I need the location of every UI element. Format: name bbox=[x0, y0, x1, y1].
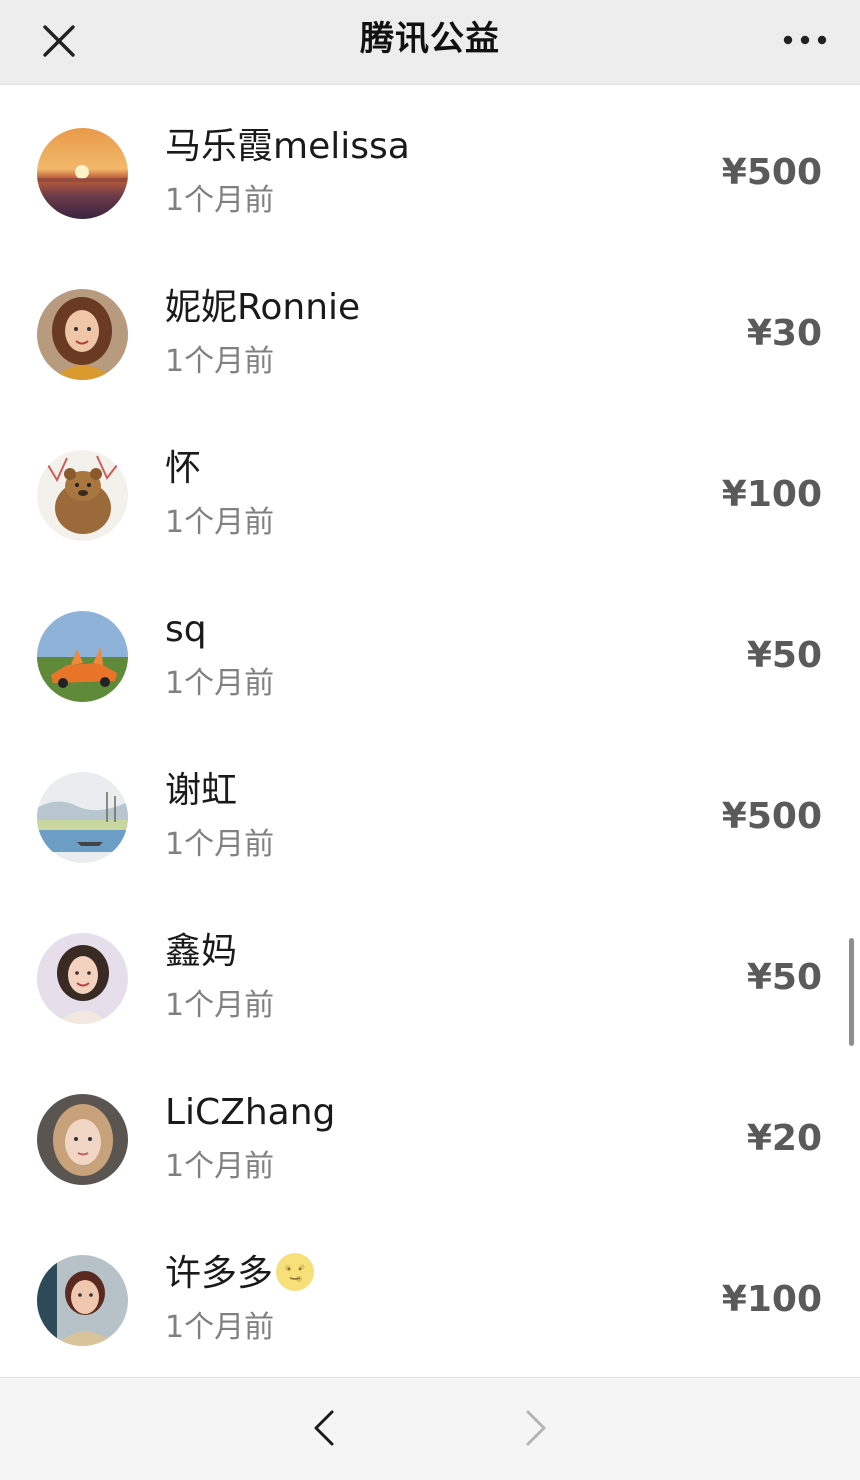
chevron-left-icon bbox=[314, 1410, 334, 1446]
donor-name: 妮妮Ronnie bbox=[165, 287, 361, 328]
donation-time: 1个月前 bbox=[165, 827, 275, 862]
donor-name: sq bbox=[165, 609, 207, 650]
donor-name: 谢虹 bbox=[165, 770, 238, 811]
donation-amount: ¥500 bbox=[721, 796, 822, 837]
donation-row[interactable]: 鑫妈 1个月前 ¥50 bbox=[0, 890, 860, 1051]
donation-amount: ¥100 bbox=[721, 1279, 822, 1320]
donation-row[interactable]: 马乐霞melissa 1个月前 ¥500 bbox=[0, 85, 860, 246]
donation-time: 1个月前 bbox=[165, 988, 275, 1023]
forward-button[interactable] bbox=[516, 1406, 556, 1450]
donation-time: 1个月前 bbox=[165, 666, 275, 701]
page-title: 腾讯公益 bbox=[360, 19, 500, 59]
moon-face-emoji bbox=[275, 1252, 315, 1292]
chevron-right-icon bbox=[526, 1410, 546, 1446]
donation-time: 1个月前 bbox=[165, 183, 275, 218]
donation-row[interactable]: sq 1个月前 ¥50 bbox=[0, 568, 860, 729]
donation-amount: ¥50 bbox=[746, 957, 822, 998]
back-button[interactable] bbox=[304, 1406, 344, 1450]
scrollbar[interactable] bbox=[849, 938, 854, 1046]
donor-name: 鑫妈 bbox=[165, 931, 238, 972]
top-navigation-bar: 腾讯公益 bbox=[0, 0, 860, 85]
donation-amount: ¥100 bbox=[721, 474, 822, 515]
donor-name: LiCZhang bbox=[165, 1092, 336, 1133]
donor-name: 马乐霞melissa bbox=[165, 126, 410, 167]
more-dots-icon bbox=[783, 35, 827, 45]
donation-row[interactable]: 怀 1个月前 ¥100 bbox=[0, 407, 860, 568]
bear-drawing-avatar[interactable] bbox=[37, 450, 128, 541]
donation-row[interactable]: 妮妮Ronnie 1个月前 ¥30 bbox=[0, 246, 860, 407]
woman-photo-avatar[interactable] bbox=[37, 1255, 128, 1346]
donation-amount: ¥500 bbox=[721, 152, 822, 193]
woman-selfie-avatar[interactable] bbox=[37, 1094, 128, 1185]
donation-time: 1个月前 bbox=[165, 505, 275, 540]
more-options-button[interactable] bbox=[780, 22, 830, 58]
sunset-avatar[interactable] bbox=[37, 128, 128, 219]
donation-row[interactable]: LiCZhang 1个月前 ¥20 bbox=[0, 1051, 860, 1212]
donation-amount: ¥20 bbox=[746, 1118, 822, 1159]
landscape-painting-avatar[interactable] bbox=[37, 772, 128, 863]
donation-amount: ¥50 bbox=[746, 635, 822, 676]
donation-amount: ¥30 bbox=[746, 313, 822, 354]
woman-portrait-avatar[interactable] bbox=[37, 933, 128, 1024]
donor-name-text: 许多多 bbox=[165, 1253, 274, 1294]
donation-time: 1个月前 bbox=[165, 1149, 275, 1184]
donation-time: 1个月前 bbox=[165, 1310, 275, 1345]
donor-name: 许多多 bbox=[165, 1252, 315, 1296]
bottom-navigation-bar bbox=[0, 1377, 860, 1480]
donation-time: 1个月前 bbox=[165, 344, 275, 379]
woman-portrait-avatar[interactable] bbox=[37, 289, 128, 380]
donation-list[interactable]: 马乐霞melissa 1个月前 ¥500 妮妮Ronnie 1个月前 ¥30 怀… bbox=[0, 85, 860, 1377]
donation-row[interactable]: 谢虹 1个月前 ¥500 bbox=[0, 729, 860, 890]
sports-car-avatar[interactable] bbox=[37, 611, 128, 702]
donor-name: 怀 bbox=[165, 448, 202, 489]
donation-row[interactable]: 许多多 1个月前 ¥100 bbox=[0, 1212, 860, 1373]
